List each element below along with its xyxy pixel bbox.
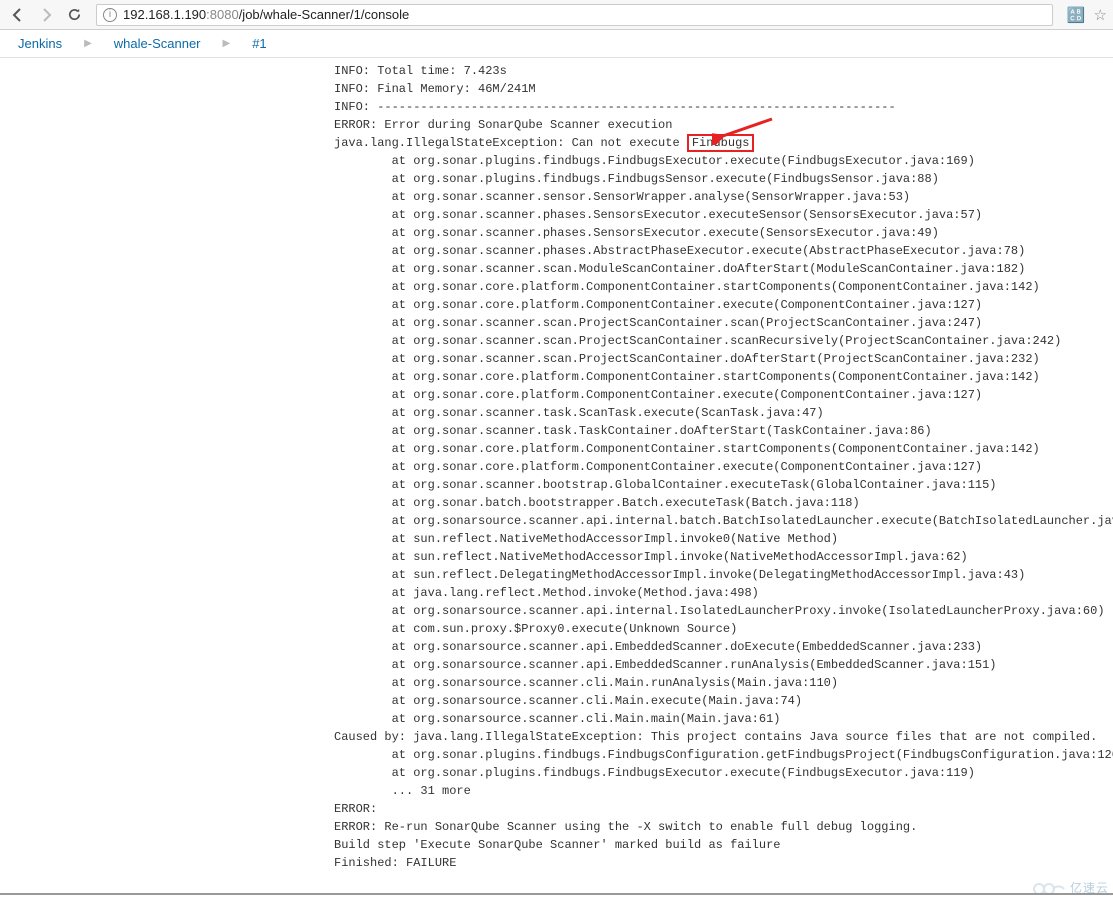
breadcrumb: Jenkins ▶ whale-Scanner ▶ #1 (0, 30, 1113, 58)
chevron-right-icon: ▶ (223, 38, 231, 49)
back-button[interactable] (6, 3, 30, 27)
watermark-text: 亿速云 (1070, 879, 1109, 896)
breadcrumb-link-build[interactable]: #1 (252, 36, 266, 51)
url-host: 192.168.1.190 (123, 7, 206, 22)
console-output: INFO: Total time: 7.423s INFO: Final Mem… (0, 58, 1113, 872)
url-port: :8080 (206, 7, 239, 22)
forward-button[interactable] (34, 3, 58, 27)
url-path: /job/whale-Scanner/1/console (239, 7, 410, 22)
reload-button[interactable] (62, 3, 86, 27)
highlighted-term: Findbugs (687, 134, 755, 152)
breadcrumb-link-job[interactable]: whale-Scanner (114, 36, 201, 51)
browser-toolbar: i 192.168.1.190:8080/job/whale-Scanner/1… (0, 0, 1113, 30)
watermark: 亿速云 (1032, 878, 1109, 896)
address-bar[interactable]: i 192.168.1.190:8080/job/whale-Scanner/1… (96, 4, 1053, 26)
chevron-right-icon: ▶ (84, 38, 92, 49)
breadcrumb-link-jenkins[interactable]: Jenkins (18, 36, 62, 51)
site-info-icon[interactable]: i (103, 8, 117, 22)
bookmark-star-icon[interactable]: ☆ (1094, 6, 1107, 24)
translate-icon[interactable]: 🔠 (1067, 6, 1086, 24)
